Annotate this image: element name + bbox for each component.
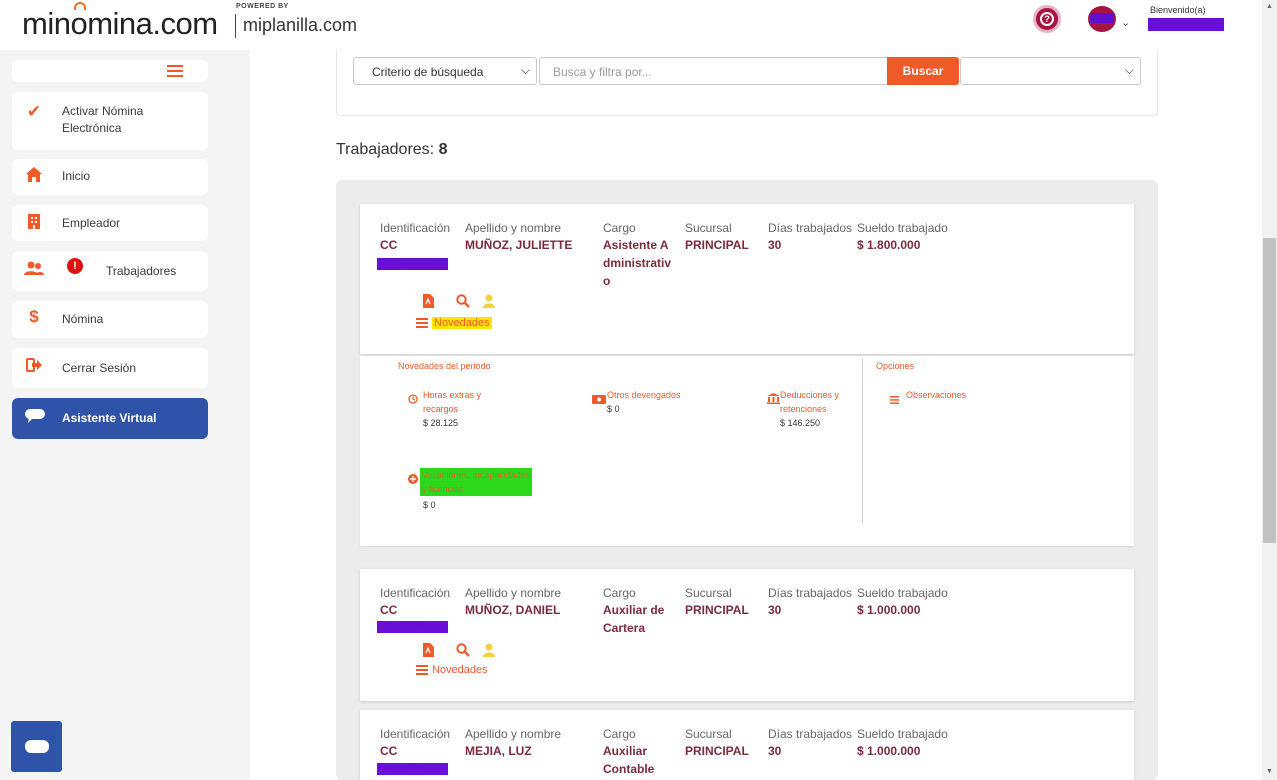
novedades-link[interactable]: Novedades xyxy=(416,663,488,677)
money-icon xyxy=(592,391,606,409)
chat-bubble-icon xyxy=(25,740,49,753)
observations-link[interactable]: Observaciones xyxy=(906,388,966,402)
dollar-icon: $ xyxy=(29,307,39,326)
vacations-link[interactable]: Vacaciones, incapacidades y licencias xyxy=(420,468,532,496)
top-header: minomina.com POWERED BY miplanilla.com ?… xyxy=(0,0,1262,50)
partner-logo: miplanilla.com xyxy=(243,15,358,35)
pdf-icon[interactable] xyxy=(423,643,434,660)
check-icon: ✔ xyxy=(26,102,42,121)
sidebar-item-asistente-virtual[interactable]: Asistente Virtual xyxy=(12,398,208,439)
page-scrollbar[interactable]: ▲ ▼ xyxy=(1262,0,1277,780)
search-input[interactable]: Busca y filtra por... xyxy=(539,57,888,85)
search-icon[interactable] xyxy=(456,294,470,311)
logout-icon xyxy=(24,357,44,377)
sidebar-item-activar-nomina[interactable]: ✔ Activar Nómina Electrónica xyxy=(12,92,208,150)
user-name: Martha Perez xyxy=(1148,17,1225,31)
overtime-link[interactable]: Horas extras y recargos xyxy=(423,388,503,416)
hamburger-icon[interactable] xyxy=(167,65,183,77)
menu-toggle[interactable] xyxy=(12,60,208,82)
sidebar-item-inicio[interactable]: Inicio xyxy=(12,159,208,195)
divider xyxy=(862,358,863,523)
sidebar-item-empleador[interactable]: Empleador xyxy=(12,205,208,241)
welcome-label: Bienvenido(a) xyxy=(1150,5,1206,15)
list-icon xyxy=(890,391,899,409)
deductions-link[interactable]: Deducciones y retenciones xyxy=(780,388,850,416)
pdf-icon[interactable] xyxy=(423,294,434,311)
building-icon xyxy=(24,213,44,235)
sliders-icon xyxy=(416,663,428,677)
sliders-icon xyxy=(416,316,428,330)
chat-icon xyxy=(24,408,45,429)
clock-icon xyxy=(408,391,418,409)
filter-select[interactable]: ⌵ xyxy=(960,57,1141,85)
search-button[interactable]: Buscar xyxy=(887,57,959,85)
id-number: 1045678901 xyxy=(377,763,448,775)
worker-card: Identificación Apellido y nombre Cargo S… xyxy=(360,204,1134,354)
novedades-link[interactable]: Novedades xyxy=(416,316,492,330)
worker-name[interactable]: MUÑOZ, DANIEL xyxy=(465,601,560,619)
question-icon: ? xyxy=(1040,12,1054,26)
scroll-down-icon[interactable]: ▼ xyxy=(1266,768,1273,775)
avatar[interactable] xyxy=(1088,6,1116,32)
id-number: 1034567890 xyxy=(377,621,448,633)
powered-by-label: POWERED BY xyxy=(236,3,289,10)
id-number: 1023456789 xyxy=(377,258,448,270)
sidebar-item-trabajadores[interactable]: ! Trabajadores xyxy=(12,251,208,291)
chat-launcher-button[interactable] xyxy=(11,721,62,772)
help-button[interactable]: ? xyxy=(1033,5,1061,33)
worker-card: Identificación Apellido y nombre Cargo S… xyxy=(360,569,1134,701)
sidebar-item-cerrar-sesion[interactable]: Cerrar Sesión xyxy=(12,348,208,388)
bank-icon xyxy=(767,391,780,409)
worker-name[interactable]: MEJIA, LUZ xyxy=(465,742,532,760)
workers-list: Identificación Apellido y nombre Cargo S… xyxy=(336,180,1158,780)
users-icon xyxy=(24,261,44,281)
user-icon[interactable] xyxy=(483,294,495,311)
alert-icon: ! xyxy=(67,258,83,274)
chevron-down-icon: ⌵ xyxy=(1124,63,1134,77)
user-icon[interactable] xyxy=(483,643,495,660)
workers-count: Trabajadores: 8 xyxy=(336,141,448,158)
sidebar-item-nomina[interactable]: $ Nómina xyxy=(12,301,208,338)
search-criteria-select[interactable]: Criterio de búsqueda ⌵ xyxy=(353,57,537,85)
logo-divider xyxy=(235,14,236,38)
scroll-up-icon[interactable]: ▲ xyxy=(1266,3,1273,10)
worker-card: Identificación Apellido y nombre Cargo S… xyxy=(360,710,1134,780)
home-icon xyxy=(24,166,44,188)
plus-circle-icon xyxy=(408,471,418,489)
chevron-down-icon[interactable]: ⌄ xyxy=(1121,16,1130,29)
logo[interactable]: minomina.com xyxy=(22,2,218,42)
search-icon[interactable] xyxy=(456,643,470,660)
chevron-down-icon: ⌵ xyxy=(520,63,530,77)
novedades-detail-panel: Novedades del periodo Opciones Horas ext… xyxy=(360,356,1134,546)
worker-name[interactable]: MUÑOZ, JULIETTE xyxy=(465,236,572,254)
scrollbar-thumb[interactable] xyxy=(1263,238,1276,543)
other-earnings-link[interactable]: Otros devengados xyxy=(607,388,681,402)
